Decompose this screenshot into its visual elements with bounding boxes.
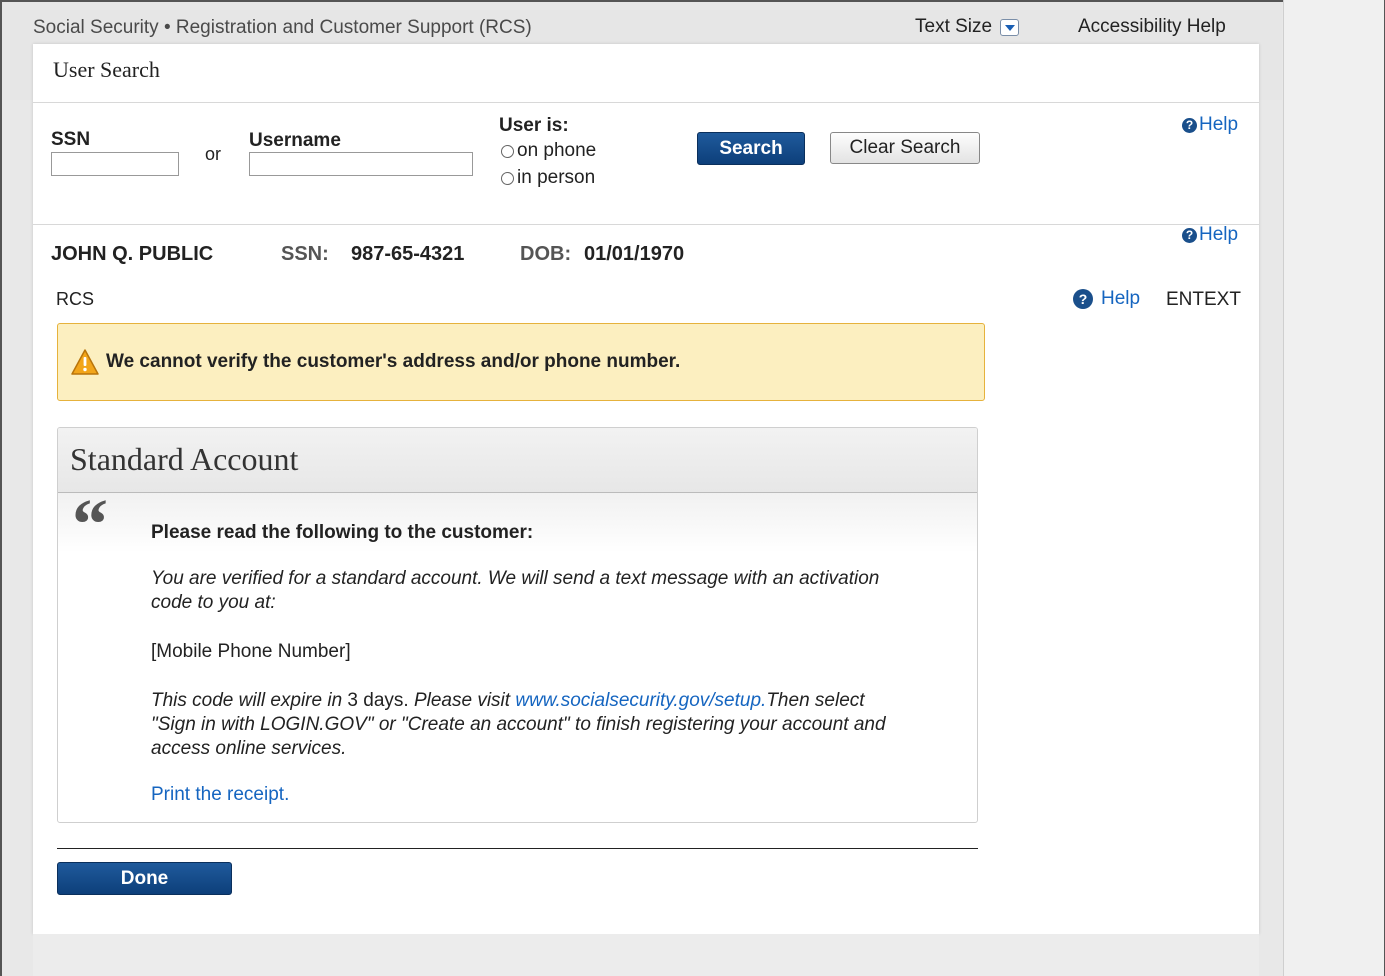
- search-button[interactable]: Search: [697, 132, 805, 165]
- standard-account-card: Standard Account “ Please read the follo…: [57, 427, 978, 823]
- user-ssn-value: 987-65-4321: [351, 243, 465, 265]
- radio-on-phone[interactable]: on phone: [501, 140, 596, 162]
- quote-icon: “: [72, 484, 108, 564]
- or-text: or: [205, 144, 222, 164]
- help-icon: ?: [1073, 289, 1093, 309]
- ssn-label: SSN: [51, 129, 91, 150]
- user-dob-label: DOB:: [520, 243, 572, 265]
- warning-message: We cannot verify the customer's address …: [106, 351, 681, 372]
- radio-in-person[interactable]: in person: [501, 167, 595, 189]
- panel-title: User Search: [53, 57, 160, 82]
- panel-footer: [33, 934, 1259, 976]
- text-size-label: Text Size: [915, 16, 993, 37]
- verified-text: You are verified for a standard account.…: [151, 568, 880, 613]
- print-receipt-link[interactable]: Print the receipt.: [151, 784, 289, 806]
- expire-text-part1: This code will expire in: [151, 690, 343, 711]
- radio-icon[interactable]: [501, 144, 514, 158]
- warning-banner: We cannot verify the customer's address …: [57, 323, 985, 401]
- help-label: Help: [1199, 224, 1239, 245]
- user-ssn-label: SSN:: [281, 243, 329, 265]
- chevron-down-icon[interactable]: [1000, 18, 1020, 36]
- rcs-help-link[interactable]: ? Help: [1073, 288, 1140, 310]
- divider: [33, 102, 1259, 103]
- done-button[interactable]: Done: [57, 862, 232, 895]
- account-card-header: Standard Account: [58, 428, 977, 493]
- user-name: JOHN Q. PUBLIC: [51, 243, 214, 265]
- username-input[interactable]: [249, 152, 473, 176]
- username-label: Username: [249, 130, 341, 151]
- app-title: Social Security • Registration and Custo…: [33, 17, 532, 38]
- user-dob-value: 01/01/1970: [584, 243, 685, 265]
- read-instruction: Please read the following to the custome…: [151, 522, 534, 543]
- radio-in-person-label: in person: [517, 167, 596, 188]
- text-size-control[interactable]: Text Size: [915, 16, 1020, 38]
- search-help-link[interactable]: ? Help: [1182, 114, 1238, 136]
- expire-text: This code will expire in 3 days. Please …: [151, 689, 911, 761]
- setup-link[interactable]: www.socialsecurity.gov/setup.: [515, 690, 766, 711]
- mobile-phone-placeholder: [Mobile Phone Number]: [151, 641, 351, 662]
- divider: [57, 848, 978, 849]
- expire-days: 3 days.: [342, 690, 409, 711]
- account-title: Standard Account: [70, 441, 299, 477]
- user-is-label: User is:: [499, 115, 569, 136]
- help-icon: ?: [1182, 117, 1197, 133]
- divider: [33, 224, 1259, 225]
- help-icon: ?: [1182, 227, 1197, 243]
- ssn-input[interactable]: [51, 152, 179, 176]
- expire-text-part2: Please visit: [408, 690, 516, 711]
- warning-icon: [71, 349, 99, 375]
- right-gutter: [1283, 0, 1384, 976]
- accessibility-help-link[interactable]: Accessibility Help: [1078, 16, 1226, 38]
- help-label: Help: [1101, 288, 1141, 309]
- radio-on-phone-label: on phone: [517, 140, 597, 161]
- main-panel: User Search SSN or Username User is: on …: [33, 44, 1259, 934]
- rcs-label: RCS: [56, 289, 95, 309]
- user-help-link[interactable]: ? Help: [1182, 224, 1238, 246]
- clear-search-button[interactable]: Clear Search: [830, 132, 980, 164]
- help-label: Help: [1199, 114, 1239, 135]
- radio-icon[interactable]: [501, 171, 514, 185]
- entext-label: ENTEXT: [1166, 289, 1241, 310]
